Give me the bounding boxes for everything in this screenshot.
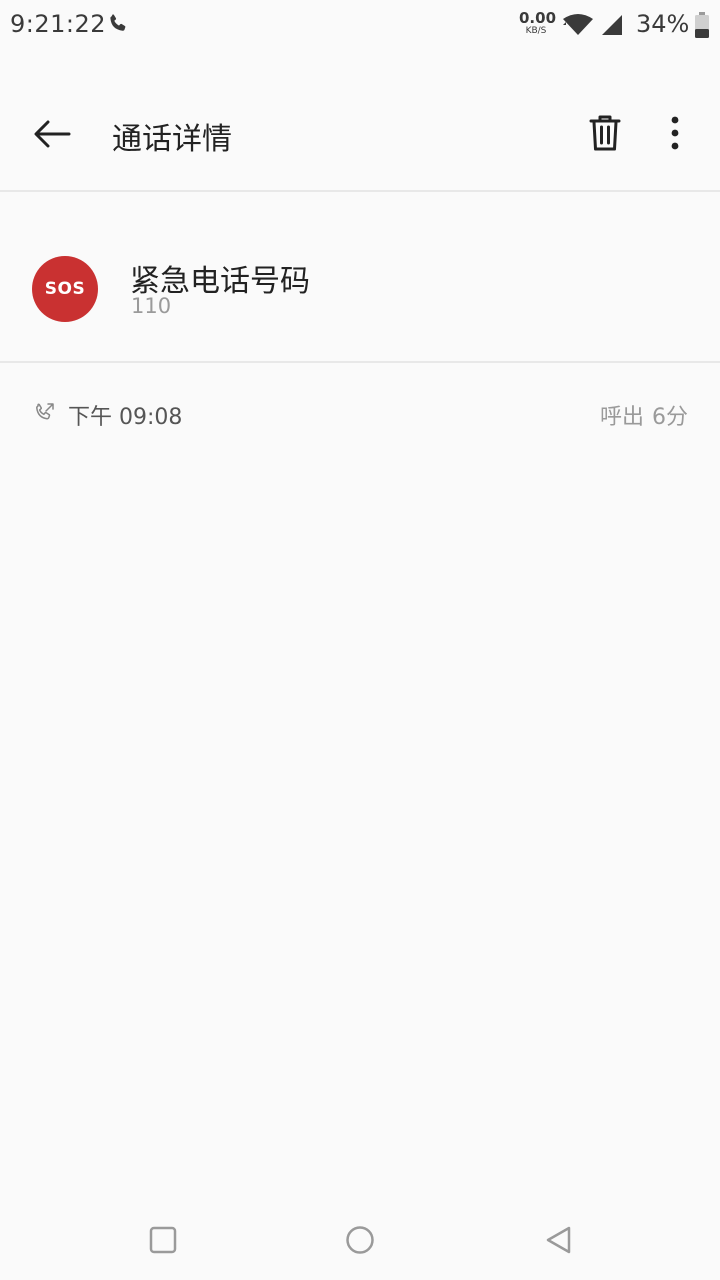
phone-call-icon <box>110 14 126 31</box>
back-arrow-icon <box>34 120 71 148</box>
back-button[interactable] <box>22 106 82 162</box>
home-circle-icon <box>346 1226 374 1254</box>
call-log-row: 下午 09:08 呼出 6分 <box>0 380 720 446</box>
call-details-screen: 9:21:22 0.00 KB/S 34% 通话详情 SOS 紧急电话号码 11… <box>0 0 720 1280</box>
app-bar-divider <box>0 190 720 192</box>
status-bar: 9:21:22 0.00 KB/S 34% <box>0 0 720 50</box>
home-button[interactable] <box>336 1216 384 1264</box>
avatar: SOS <box>32 256 98 322</box>
call-time: 下午 09:08 <box>68 405 183 430</box>
status-time: 9:21:22 <box>10 10 107 38</box>
more-options-button[interactable] <box>650 104 700 162</box>
outgoing-call-icon <box>36 403 54 420</box>
navigation-bar <box>0 1196 720 1280</box>
call-info: 呼出 6分 <box>600 399 688 431</box>
network-speed-unit: KB/S <box>525 26 547 36</box>
battery-percent: 34% <box>636 10 690 38</box>
trash-icon <box>589 115 621 151</box>
network-speed-value: 0.00 <box>519 9 557 27</box>
more-vertical-icon <box>671 116 679 150</box>
app-bar: 通话详情 <box>0 78 720 188</box>
network-speed: 0.00 KB/S <box>519 9 557 36</box>
wifi-icon <box>563 14 593 35</box>
recents-button[interactable] <box>139 1216 187 1264</box>
nav-back-button[interactable] <box>534 1216 582 1264</box>
back-triangle-icon <box>546 1226 571 1254</box>
call-type: 呼出 <box>599 405 644 430</box>
battery-icon <box>695 12 709 38</box>
contact-header: SOS 紧急电话号码 110 <box>0 196 720 362</box>
recents-square-icon <box>149 1226 177 1254</box>
delete-button[interactable] <box>576 104 634 162</box>
contact-divider <box>0 361 720 363</box>
page-title: 通话详情 <box>112 122 232 157</box>
call-duration: 6分 <box>652 405 688 430</box>
cell-signal-icon <box>602 15 622 35</box>
contact-number: 110 <box>131 294 172 318</box>
